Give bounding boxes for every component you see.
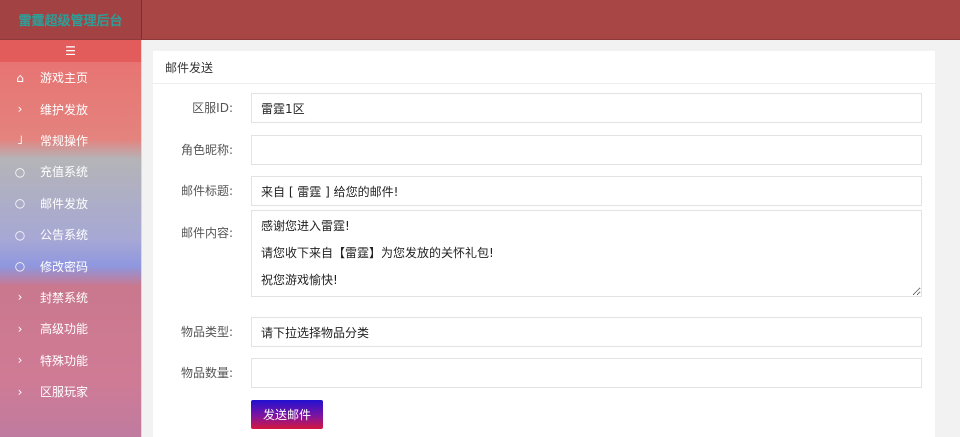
- content-row: 邮件内容:: [153, 210, 935, 305]
- top-bar: 雷霆超级管理后台: [0, 0, 960, 40]
- subject-label: 邮件标题:: [180, 184, 233, 198]
- sidebar-item[interactable]: ○ 修改密码: [0, 250, 141, 281]
- sidebar-item[interactable]: ○ 邮件发放: [0, 188, 141, 219]
- quantity-row: 物品数量:: [153, 358, 935, 388]
- sidebar-item-label: 邮件发放: [40, 196, 89, 211]
- chevron-right-icon: ›: [17, 384, 23, 399]
- sidebar-item[interactable]: › 区服玩家: [0, 376, 141, 407]
- server-row: 区服ID: 雷霆1区: [153, 93, 935, 123]
- sidebar-item[interactable]: ⌂ 游戏主页: [0, 62, 141, 93]
- send-mail-button[interactable]: 发送邮件: [251, 400, 323, 429]
- panel-title: 邮件发送: [153, 51, 935, 84]
- sidebar-item-label: 区服玩家: [40, 385, 89, 400]
- quantity-input[interactable]: [251, 358, 922, 388]
- circle-icon: ○: [14, 227, 26, 242]
- app-logo: 雷霆超级管理后台: [0, 0, 142, 39]
- content-textarea[interactable]: [251, 210, 922, 297]
- sidebar-item[interactable]: › 特殊功能: [0, 345, 141, 376]
- sidebar-item-label: 游戏主页: [40, 71, 89, 86]
- sidebar-item-label: 封禁系统: [40, 290, 89, 305]
- circle-icon: ○: [14, 164, 26, 179]
- sidebar-item-label: 维护发放: [40, 102, 89, 117]
- quantity-label: 物品数量:: [180, 366, 233, 380]
- subject-input[interactable]: 来自 [ 雷霆 ] 给您的邮件!: [251, 176, 922, 206]
- expanded-corner-icon: ˩: [17, 133, 23, 148]
- sidebar-menu: ⌂ 游戏主页 › 维护发放 ˩ 常规操作 ○ 充值系统 ○ 邮件发放 ○ 公告系统 ○ 修改密码 › 封禁系统…: [0, 62, 141, 407]
- chevron-right-icon: ›: [17, 102, 23, 117]
- subject-row: 邮件标题: 来自 [ 雷霆 ] 给您的邮件!: [153, 176, 935, 206]
- mail-panel: 邮件发送 区服ID: 雷霆1区 角色昵称: 邮件标题: 来自 [ 雷霆 ] 给您…: [153, 51, 935, 437]
- sidebar-item[interactable]: ˩ 常规操作: [0, 125, 141, 156]
- menu-toggle-icon[interactable]: ☰: [0, 40, 141, 62]
- sidebar-item-label: 高级功能: [40, 322, 89, 337]
- item-type-select[interactable]: 请下拉选择物品分类: [251, 317, 922, 347]
- sidebar-item-label: 修改密码: [40, 259, 89, 274]
- sidebar-item-label: 常规操作: [40, 133, 89, 148]
- circle-icon: ○: [14, 259, 26, 274]
- item-type-row: 物品类型: 请下拉选择物品分类: [153, 317, 935, 347]
- chevron-right-icon: ›: [17, 290, 23, 305]
- role-row: 角色昵称:: [153, 135, 935, 165]
- sidebar-item[interactable]: ○ 公告系统: [0, 219, 141, 250]
- chevron-right-icon: ›: [17, 353, 23, 368]
- sidebar-item-label: 公告系统: [40, 228, 89, 243]
- content-label: 邮件内容:: [180, 226, 233, 240]
- sidebar-item[interactable]: › 封禁系统: [0, 282, 141, 313]
- sidebar-item-label: 特殊功能: [40, 353, 89, 368]
- item-type-label: 物品类型:: [180, 325, 233, 339]
- sidebar-item[interactable]: ○ 充值系统: [0, 156, 141, 187]
- server-select[interactable]: 雷霆1区: [251, 93, 922, 123]
- circle-icon: ○: [14, 196, 26, 211]
- role-label: 角色昵称:: [180, 143, 233, 157]
- sidebar-item-label: 充值系统: [40, 165, 89, 180]
- role-name-input[interactable]: [251, 135, 922, 165]
- chevron-right-icon: ›: [17, 321, 23, 336]
- server-label: 区服ID:: [192, 101, 233, 115]
- home-icon: ⌂: [16, 70, 24, 85]
- sidebar-item[interactable]: › 高级功能: [0, 313, 141, 344]
- sidebar: ☰ ⌂ 游戏主页 › 维护发放 ˩ 常规操作 ○ 充值系统 ○ 邮件发放 ○ 公告系统 ○ 修改密码 › 封禁…: [0, 40, 142, 437]
- sidebar-item[interactable]: › 维护发放: [0, 93, 141, 124]
